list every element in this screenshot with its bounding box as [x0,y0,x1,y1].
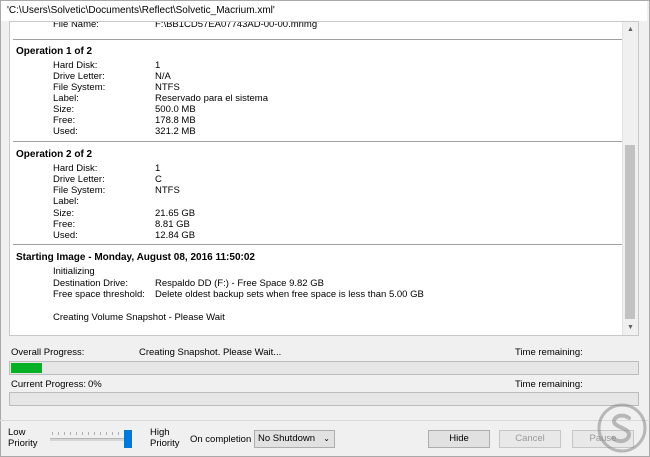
op2-label: Drive Letter: [53,174,105,185]
current-progress-percent: 0% [88,379,102,390]
op2-value: 12.84 GB [155,230,196,241]
op1-value: NTFS [155,82,180,93]
on-completion-label: On completion [190,434,252,445]
overall-progress-fill [11,363,42,373]
overall-progress-label: Overall Progress: [11,347,85,358]
destination-drive-label: Destination Drive: [53,278,128,289]
op2-value: 1 [155,163,161,174]
op1-value: Reservado para el sistema [155,93,268,104]
low-priority-label: Low Priority [8,427,38,449]
starting-image-title: Starting Image - Monday, August 08, 2016… [16,252,255,263]
op2-value: 21.65 GB [155,208,196,219]
current-progress-label: Current Progress: [11,379,86,390]
op2-label: Label: [53,196,79,207]
op2-label: File System: [53,185,106,196]
op2-value: NTFS [155,185,180,196]
op1-label: Free: [53,115,76,126]
log-separator [13,39,623,40]
op1-value: 1 [155,60,161,71]
op1-value: 500.0 MB [155,104,196,115]
op1-label: File System: [53,82,106,93]
op2-label: Size: [53,208,75,219]
free-space-threshold-value: Delete oldest backup sets when free spac… [155,289,424,300]
overall-time-remaining-label: Time remaining: [515,347,583,358]
current-time-remaining-label: Time remaining: [515,379,583,390]
high-priority-line1: High [150,427,170,438]
on-completion-select[interactable]: No Shutdown ⌄ [254,430,335,448]
op1-value: N/A [155,71,171,82]
low-priority-line1: Low [8,427,26,438]
operation-1-title: Operation 1 of 2 [16,46,93,57]
free-space-threshold-label: Free space threshold: [53,289,145,300]
high-priority-label: High Priority [150,427,180,449]
op2-label: Free: [53,219,76,230]
op1-label: Size: [53,104,75,115]
high-priority-line2: Priority [150,438,180,449]
chevron-up-icon[interactable]: ▲ [623,22,638,37]
op2-label: Used: [53,230,78,241]
op1-label: Used: [53,126,78,137]
low-priority-line2: Priority [8,438,38,449]
footer-divider [0,420,650,421]
current-progress-bar [9,392,639,406]
on-completion-value: No Shutdown [258,433,316,444]
op2-value: 8.81 GB [155,219,190,230]
log-separator [13,141,623,142]
scrollbar-thumb[interactable] [625,145,635,319]
log-file-name-value: F:\BB1CD57EA07743AD-00-00.mrimg [155,21,318,30]
log-content: File Name: F:\BB1CD57EA07743AD-00-00.mri… [10,22,624,335]
log-separator [13,244,623,245]
overall-progress-bar [9,361,639,375]
log-panel[interactable]: File Name: F:\BB1CD57EA07743AD-00-00.mri… [9,21,639,336]
op2-label: Hard Disk: [53,163,98,174]
operation-2-title: Operation 2 of 2 [16,149,93,160]
overall-progress-status: Creating Snapshot. Please Wait... [139,347,282,358]
op2-value: C [155,174,162,185]
chevron-down-icon: ⌄ [323,434,330,443]
op1-value: 178.8 MB [155,115,196,126]
chevron-down-icon[interactable]: ▼ [623,320,638,335]
window-title: 'C:\Users\Solvetic\Documents\Reflect\Sol… [1,1,647,21]
destination-drive-value: Respaldo DD (F:) - Free Space 9.82 GB [155,278,324,289]
snapshot-status-text: Creating Volume Snapshot - Please Wait [53,312,225,323]
priority-slider-track[interactable] [50,438,130,441]
hide-button[interactable]: Hide [428,430,490,448]
priority-slider-ticks [52,432,128,435]
initializing-text: Initializing [53,266,95,277]
log-file-name-label: File Name: [53,21,99,30]
log-scrollbar[interactable]: ▲ ▼ [622,22,638,335]
op1-value: 321.2 MB [155,126,196,137]
priority-slider-thumb[interactable] [124,430,132,448]
op1-label: Label: [53,93,79,104]
cancel-button[interactable]: Cancel [499,430,561,448]
op1-label: Hard Disk: [53,60,98,71]
site-logo-watermark [597,403,647,453]
op1-label: Drive Letter: [53,71,105,82]
